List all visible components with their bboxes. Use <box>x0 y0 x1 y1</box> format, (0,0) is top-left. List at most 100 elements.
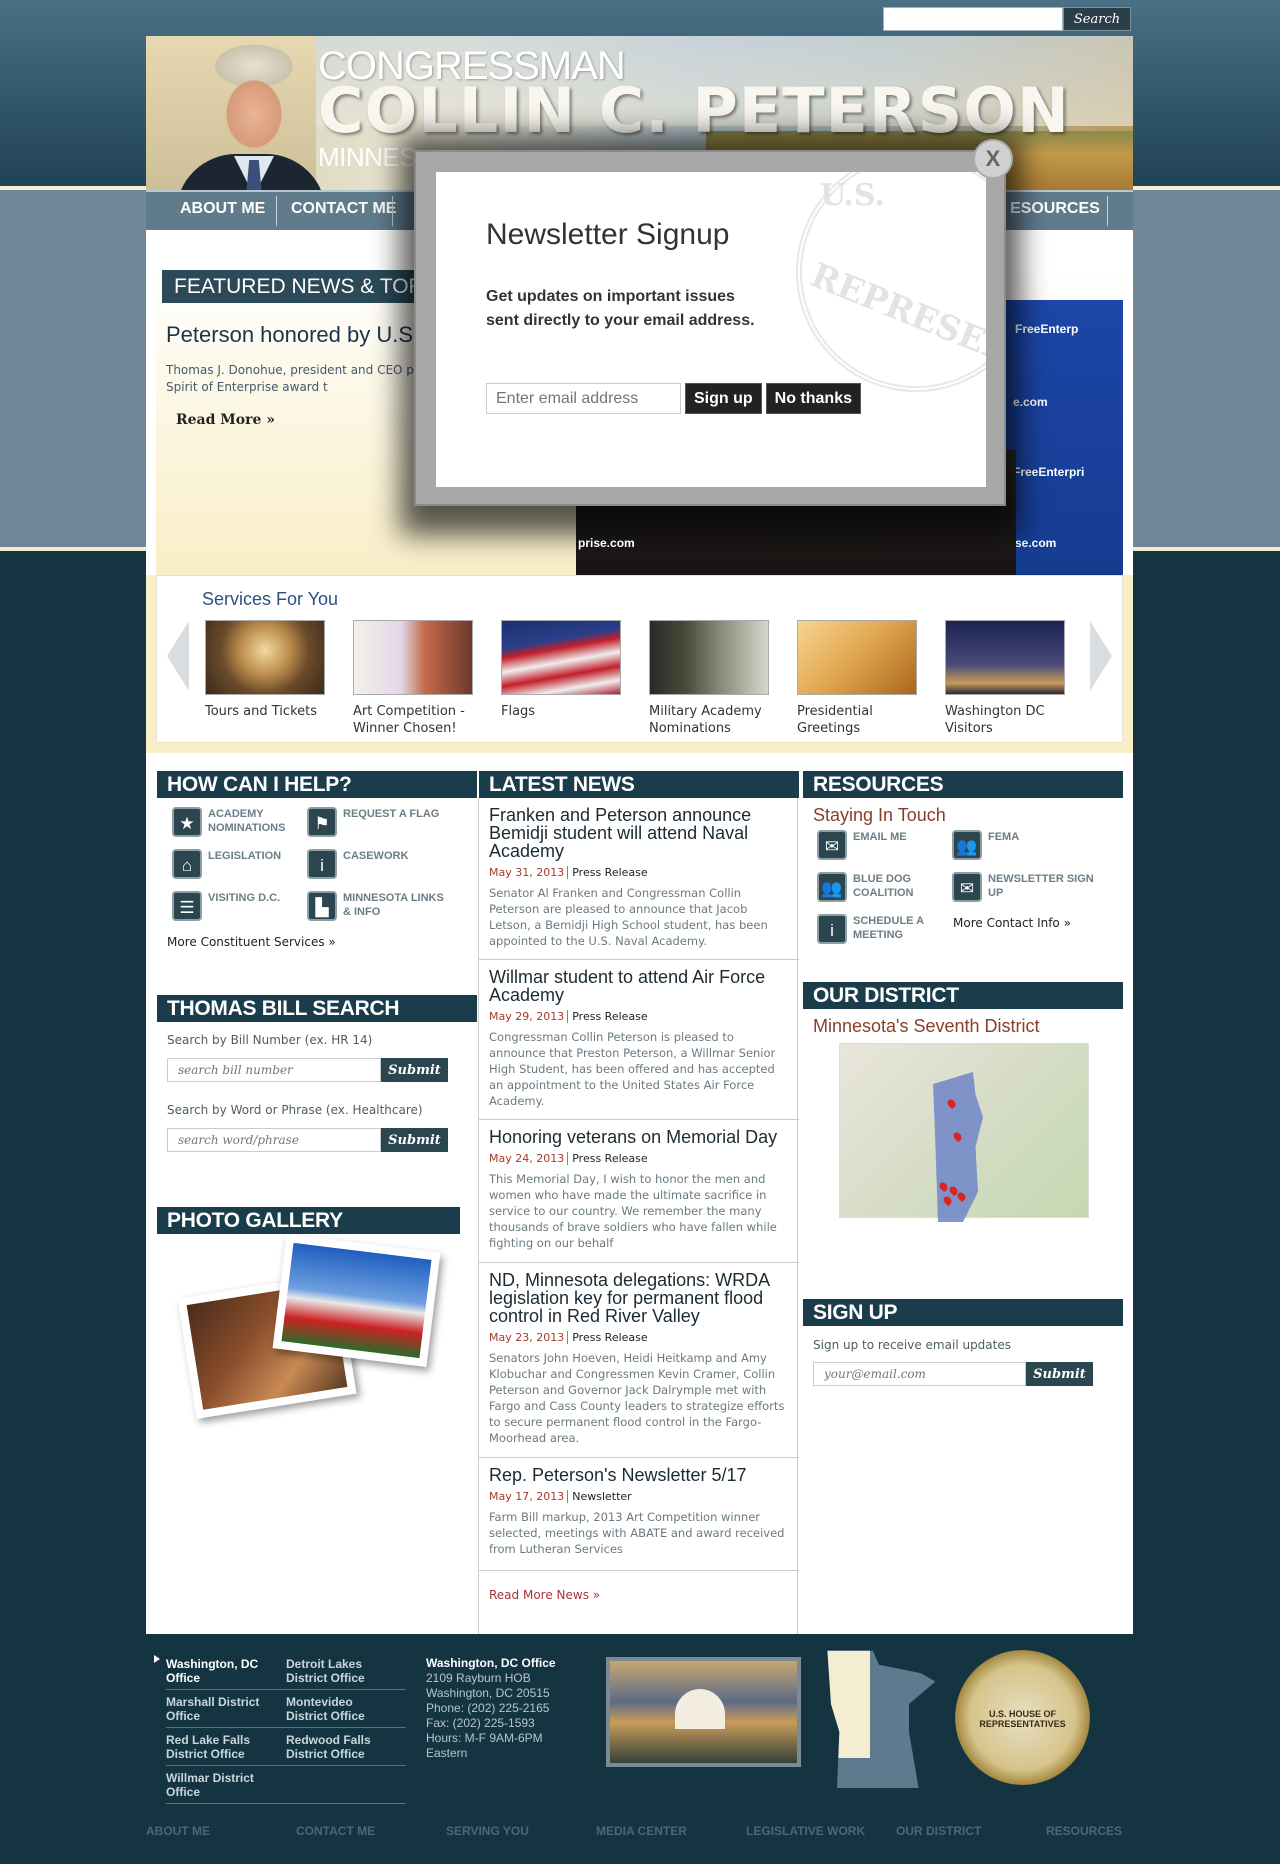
service-art-competition[interactable]: Art Competition - Winner Chosen! <box>353 620 473 737</box>
featured-news-title[interactable]: Peterson honored by U.S <box>166 322 413 348</box>
resource-schedule-meeting[interactable]: i SCHEDULE A MEETING <box>817 914 933 944</box>
news-category[interactable]: Press Release <box>567 866 648 879</box>
service-military-academy[interactable]: Military Academy Nominations <box>649 620 769 737</box>
photo-gallery-heading: PHOTO GALLERY <box>157 1207 460 1234</box>
services-prev-arrow[interactable] <box>167 621 189 691</box>
news-category[interactable]: Press Release <box>567 1010 648 1023</box>
footer-office-redwood-falls[interactable]: Redwood Falls District Office <box>286 1733 396 1761</box>
help-request-flag[interactable]: ⚑ REQUEST A FLAG <box>307 807 453 837</box>
people-icon: 👥 <box>952 830 982 860</box>
house-seal-icon: U.S. HOUSE OF REPRESENTATIVES <box>955 1650 1090 1785</box>
news-meta: May 17, 2013 Newsletter <box>489 1490 789 1503</box>
news-title[interactable]: ND, Minnesota delegations: WRDA legislat… <box>489 1271 789 1325</box>
footer-nav-our-district[interactable]: OUR DISTRICT <box>896 1824 981 1838</box>
nav-about-me[interactable]: ABOUT ME <box>166 192 279 228</box>
news-meta: May 24, 2013 Press Release <box>489 1152 789 1165</box>
help-casework[interactable]: i CASEWORK <box>307 849 453 879</box>
word-phrase-label: Search by Word or Phrase (ex. Healthcare… <box>167 1103 423 1117</box>
service-thumbnail <box>649 620 769 695</box>
news-date: May 23, 2013 <box>489 1331 565 1344</box>
news-description: Senator Al Franken and Congressman Colli… <box>489 886 768 948</box>
footer-office-washington[interactable]: Washington, DC Office <box>166 1657 276 1685</box>
seventh-district-area <box>933 1072 983 1222</box>
site-search-button[interactable]: Search <box>1063 7 1131 31</box>
footer-capitol-photo <box>606 1657 801 1767</box>
word-phrase-input[interactable] <box>167 1128 381 1152</box>
sign-up-email-input[interactable] <box>813 1362 1026 1386</box>
news-meta: May 31, 2013 Press Release <box>489 866 789 879</box>
latest-news-list: Franken and Peterson announce Bemidji st… <box>478 798 799 1634</box>
news-item: Franken and Peterson announce Bemidji st… <box>479 798 799 960</box>
sign-up-submit-button[interactable]: Submit <box>1026 1362 1093 1386</box>
news-description: Senators John Hoeven, Heidi Heitkamp and… <box>489 1351 785 1445</box>
district-map[interactable] <box>839 1043 1089 1222</box>
word-phrase-submit-button[interactable]: Submit <box>381 1128 448 1152</box>
thomas-bill-search-heading: THOMAS BILL SEARCH <box>157 995 477 1022</box>
news-title[interactable]: Honoring veterans on Memorial Day <box>489 1128 789 1146</box>
modal-email-input[interactable] <box>486 383 681 414</box>
modal-close-button[interactable]: X <box>973 139 1013 179</box>
district-subtitle: Minnesota's Seventh District <box>813 1016 1040 1036</box>
service-label: Presidential Greetings <box>797 704 873 736</box>
people-icon: 👥 <box>817 872 847 902</box>
footer-office-marshall[interactable]: Marshall District Office <box>166 1695 276 1723</box>
footer-nav-serving-you[interactable]: SERVING YOU <box>446 1824 529 1838</box>
help-minnesota-links[interactable]: ▙ MINNESOTA LINKS & INFO <box>307 891 453 921</box>
more-contact-info-link[interactable]: More Contact Info » <box>953 916 1071 930</box>
read-more-news-link[interactable]: Read More News » <box>489 1588 600 1602</box>
resource-label: BLUE DOG COALITION <box>853 873 914 899</box>
news-category[interactable]: Press Release <box>567 1331 648 1344</box>
nav-contact-me[interactable]: CONTACT ME <box>277 192 410 228</box>
service-tours[interactable]: Tours and Tickets <box>205 620 325 720</box>
congressman-portrait <box>146 36 326 190</box>
footer-office-willmar[interactable]: Willmar District Office <box>166 1771 276 1799</box>
service-presidential-greetings[interactable]: Presidential Greetings <box>797 620 917 737</box>
freeenterprise-backdrop: FreeEnterp e.com FreeEnterpri se.com <box>1003 300 1123 575</box>
footer-nav-resources[interactable]: RESOURCES <box>1046 1824 1122 1838</box>
modal-no-thanks-button[interactable]: No thanks <box>765 383 861 414</box>
news-category[interactable]: Press Release <box>567 1152 648 1165</box>
service-dc-visitors[interactable]: Washington DC Visitors <box>945 620 1065 737</box>
services-next-arrow[interactable] <box>1090 621 1112 691</box>
bill-number-submit-button[interactable]: Submit <box>381 1058 448 1082</box>
news-title[interactable]: Rep. Peterson's Newsletter 5/17 <box>489 1466 789 1484</box>
backdrop-text: FreeEnterpri <box>1013 465 1085 479</box>
news-title[interactable]: Willmar student to attend Air Force Acad… <box>489 968 789 1004</box>
modal-sign-up-button[interactable]: Sign up <box>685 383 762 414</box>
resource-fema[interactable]: 👥 FEMA <box>952 830 1098 860</box>
footer-divider <box>166 1727 406 1728</box>
address-heading: Washington, DC Office <box>426 1656 556 1670</box>
footer-office-red-lake-falls[interactable]: Red Lake Falls District Office <box>166 1733 276 1761</box>
news-title[interactable]: Franken and Peterson announce Bemidji st… <box>489 806 789 860</box>
service-label: Washington DC Visitors <box>945 704 1045 736</box>
help-legislation[interactable]: ⌂ LEGISLATION <box>172 849 288 879</box>
resource-blue-dog[interactable]: 👥 BLUE DOG COALITION <box>817 872 933 902</box>
address-hours: Hours: M-F 9AM-6PM <box>426 1731 543 1745</box>
news-date: May 17, 2013 <box>489 1490 565 1503</box>
help-visiting-dc[interactable]: ☰ VISITING D.C. <box>172 891 288 921</box>
footer-nav-media-center[interactable]: MEDIA CENTER <box>596 1824 687 1838</box>
footer-office-montevideo[interactable]: Montevideo District Office <box>286 1695 396 1723</box>
resource-label: NEWSLETTER SIGN UP <box>988 873 1094 899</box>
photo-gallery[interactable] <box>177 1233 441 1423</box>
help-label: MINNESOTA LINKS & INFO <box>343 892 444 918</box>
resource-newsletter-signup[interactable]: ✉ NEWSLETTER SIGN UP <box>952 872 1103 902</box>
resources-heading: RESOURCES <box>803 771 1123 798</box>
featured-read-more-link[interactable]: Read More » <box>176 412 275 428</box>
footer-nav-about-me[interactable]: ABOUT ME <box>146 1824 210 1838</box>
bill-number-input[interactable] <box>167 1058 381 1082</box>
footer-nav-contact-me[interactable]: CONTACT ME <box>296 1824 375 1838</box>
help-label: CASEWORK <box>343 850 409 862</box>
footer-office-detroit-lakes[interactable]: Detroit Lakes District Office <box>286 1657 396 1685</box>
help-academy-nominations[interactable]: ★ ACADEMY NOMINATIONS <box>172 807 288 837</box>
latest-news-heading: LATEST NEWS <box>479 771 799 798</box>
more-constituent-services-link[interactable]: More Constituent Services » <box>167 935 336 949</box>
capitol-dome <box>675 1689 725 1729</box>
site-search-input[interactable] <box>883 7 1063 31</box>
service-flags[interactable]: Flags <box>501 620 621 720</box>
footer-nav-legislative-work[interactable]: LEGISLATIVE WORK <box>746 1824 865 1838</box>
resource-email-me[interactable]: ✉ EMAIL ME <box>817 830 943 860</box>
minnesota-icon: ▙ <box>307 891 337 921</box>
newsletter-modal: U.S. REPRESENTAT Newsletter Signup Get u… <box>414 150 1006 506</box>
news-category[interactable]: Newsletter <box>567 1490 632 1503</box>
